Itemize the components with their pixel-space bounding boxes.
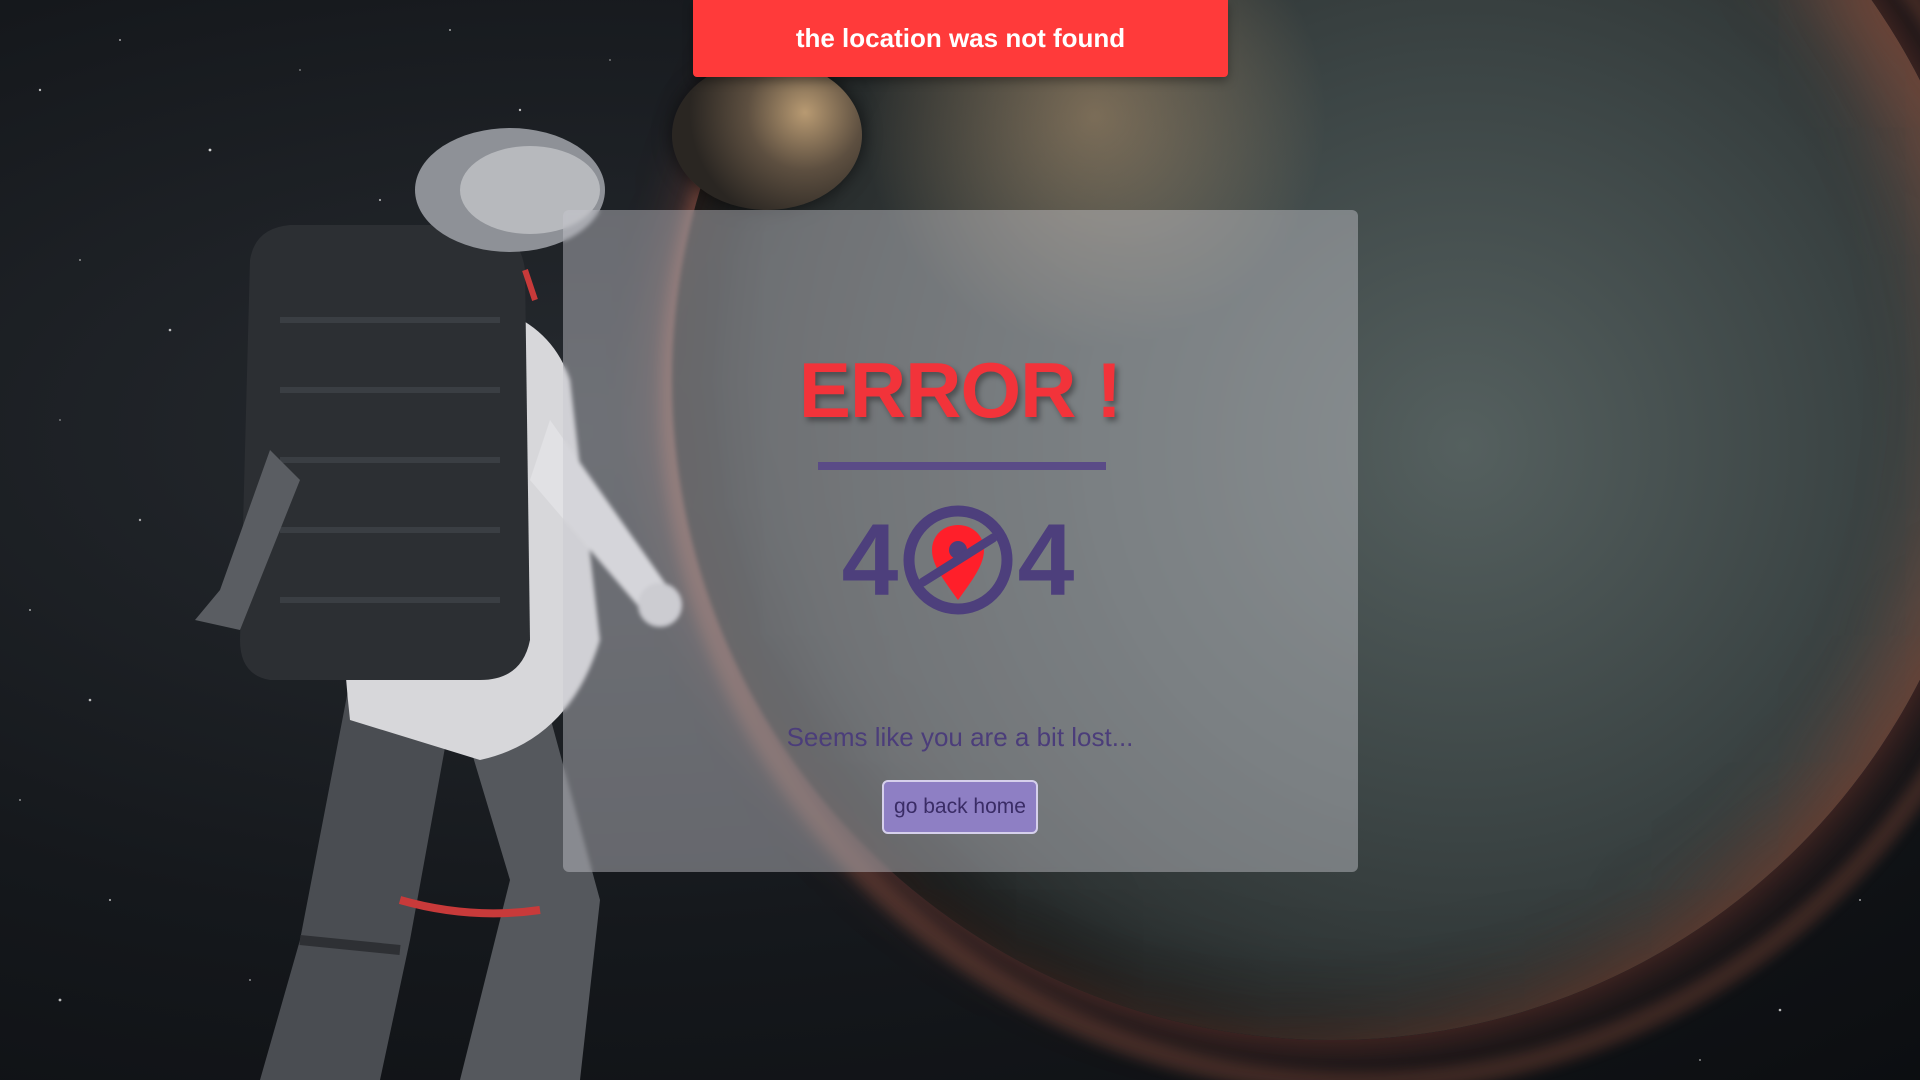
error-toast: the location was not found xyxy=(693,0,1228,77)
go-home-button[interactable]: go back home xyxy=(882,780,1038,834)
location-off-icon xyxy=(903,505,1013,615)
toast-message: the location was not found xyxy=(795,23,1126,53)
title-underline xyxy=(818,462,1106,470)
error-code: 4 4 xyxy=(840,500,1076,620)
error-code-digit-left: 4 xyxy=(841,502,899,617)
lost-message: Seems like you are a bit lost... xyxy=(786,722,1134,752)
error-code-digit-right: 4 xyxy=(1017,502,1075,617)
error-title: ERROR ! xyxy=(798,346,1122,434)
